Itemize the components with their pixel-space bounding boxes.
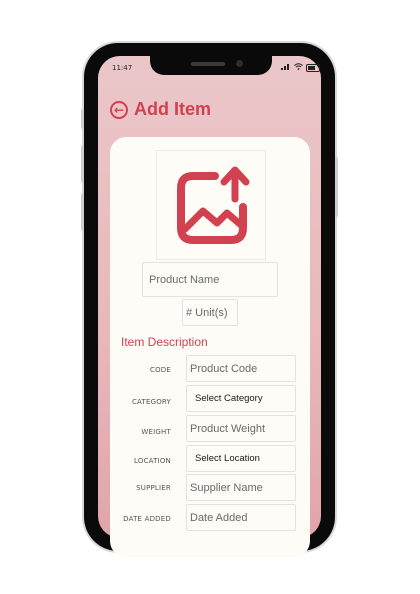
weight-input[interactable]: Product Weight	[186, 415, 296, 442]
location-value: Select Location	[195, 453, 260, 464]
location-select[interactable]: Select Location	[186, 445, 296, 472]
product-name-input[interactable]: Product Name	[142, 262, 278, 297]
phone-side-button	[335, 157, 338, 217]
item-description-title: Item Description	[121, 335, 208, 349]
date-added-label: DATE ADDED	[123, 515, 171, 523]
status-time: 11:47	[112, 64, 133, 72]
page-header: ← Add Item	[110, 99, 211, 120]
supplier-input[interactable]: Supplier Name	[186, 474, 296, 501]
code-input[interactable]: Product Code	[186, 355, 296, 382]
wifi-icon	[294, 63, 303, 72]
page-title: Add Item	[134, 99, 212, 119]
code-label: CODE	[149, 366, 171, 374]
category-value: Select Category	[195, 393, 263, 404]
date-added-placeholder: Date Added	[190, 511, 248, 524]
supplier-placeholder: Supplier Name	[190, 481, 263, 494]
signal-icon	[281, 63, 291, 72]
category-label: CATEGORY	[131, 398, 171, 406]
date-added-input[interactable]: Date Added	[186, 504, 296, 531]
location-label: LOCATION	[134, 457, 171, 465]
category-select[interactable]: Select Category	[186, 385, 296, 412]
phone-side-button	[81, 109, 84, 129]
phone-side-button	[81, 145, 84, 183]
battery-icon	[306, 63, 320, 72]
image-upload-button[interactable]	[156, 150, 266, 260]
weight-placeholder: Product Weight	[190, 422, 266, 435]
phone-side-button	[81, 193, 84, 231]
speaker-grille	[191, 62, 225, 66]
code-placeholder: Product Code	[190, 362, 258, 375]
status-icons	[281, 63, 320, 72]
units-input[interactable]: # Unit(s)	[182, 299, 238, 326]
front-camera	[236, 60, 243, 67]
image-upload-icon	[177, 166, 250, 244]
units-placeholder: # Unit(s)	[186, 306, 228, 319]
supplier-label: SUPPLIER	[136, 484, 171, 492]
back-arrow-icon[interactable]: ←	[110, 100, 128, 119]
weight-label: WEIGHT	[141, 428, 171, 436]
product-name-placeholder: Product Name	[149, 273, 220, 286]
